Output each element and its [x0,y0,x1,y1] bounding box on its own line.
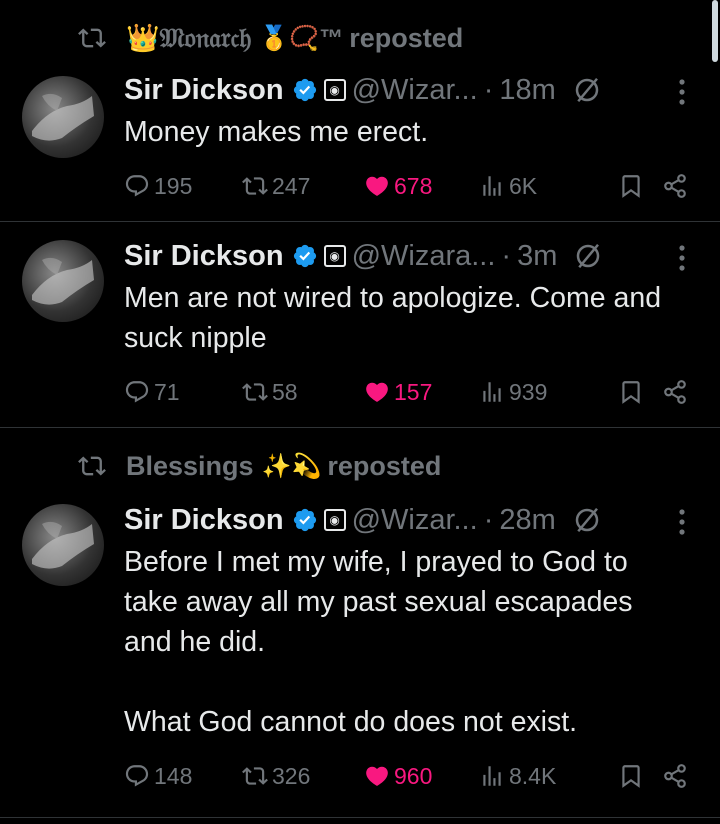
avatar[interactable] [22,76,104,158]
views-button[interactable]: 8.4K [479,760,556,792]
timestamp[interactable]: 18m [499,74,555,107]
more-options-icon[interactable] [664,72,700,112]
grok-icon[interactable] [573,241,603,271]
repost-context: Blessings ✨💫 reposted [78,448,441,484]
share-button[interactable] [662,170,692,202]
views-icon [483,176,501,196]
like-button[interactable]: 157 [364,376,432,408]
views-count: 8.4K [509,762,557,789]
repost-icon [242,177,268,195]
separator-dot: · [483,73,494,106]
reply-button[interactable]: 195 [124,170,192,202]
views-count: 6K [509,172,538,199]
timestamp[interactable]: 3m [517,240,557,273]
views-button[interactable]: 939 [479,376,547,408]
like-button[interactable]: 678 [364,170,432,202]
verified-badge-icon [293,508,316,532]
bookmark-button[interactable] [618,376,648,408]
tweet-text: Men are not wired to apologize. Come and… [124,282,669,354]
heart-icon [366,176,388,196]
like-count: 678 [394,172,433,199]
bookmark-button[interactable] [618,170,648,202]
reply-button[interactable]: 71 [124,376,180,408]
repost-label: reposted [349,22,464,53]
separator-dot: · [483,503,494,536]
affiliate-badge-icon: ◉ [323,245,346,267]
repost-count: 326 [272,762,311,789]
separator-dot: · [501,239,512,272]
verified-badge-icon [293,244,316,268]
like-count: 960 [394,762,433,789]
reply-button[interactable]: 148 [124,760,192,792]
like-button[interactable]: 960 [364,760,432,792]
share-button[interactable] [662,376,692,408]
bookmark-icon [622,765,640,788]
repost-count: 247 [272,172,311,199]
repost-count: 58 [272,378,298,405]
views-count: 939 [509,378,548,405]
like-count: 157 [394,378,433,405]
views-icon [483,766,501,786]
avatar[interactable] [22,504,104,586]
repost-label: reposted [327,450,442,481]
repost-context: 👑𝔐𝔬𝔫𝔞𝔯𝔠𝔥 🥇📿™ reposted [78,20,463,56]
reply-icon [125,175,149,197]
share-icon [664,174,686,198]
reply-count: 195 [154,172,193,199]
tweet-header: Sir Dickson ◉ @Wizar... · 28m [124,500,700,540]
heart-icon [366,766,388,786]
reply-count: 148 [154,762,193,789]
grok-icon[interactable] [572,505,602,535]
author-handle[interactable]: @Wizar... [352,504,478,537]
repost-icon [242,383,268,401]
reply-icon [125,765,149,787]
repost-button[interactable]: 58 [242,376,298,408]
repost-button[interactable]: 326 [242,760,310,792]
bookmark-icon [622,175,640,198]
affiliate-badge-icon: ◉ [323,509,346,531]
reposter-emoji: 🥇📿™ [259,24,344,52]
author-name[interactable]: Sir Dickson [124,504,284,537]
share-icon [664,380,686,404]
views-button[interactable]: 6K [479,170,537,202]
timestamp[interactable]: 28m [499,504,555,537]
repost-icon [78,456,106,476]
repost-icon [78,28,106,48]
tweet-2[interactable]: Sir Dickson ◉ @Wizara... · 3m Men are no… [0,222,720,428]
reposter-emoji: ✨💫 [261,452,322,480]
repost-icon [242,767,268,785]
bookmark-button[interactable] [618,760,648,792]
views-icon [483,382,501,402]
author-handle[interactable]: @Wizar... [352,74,478,107]
reply-icon [125,381,149,403]
more-options-icon[interactable] [664,238,700,278]
reposter-name[interactable]: 👑𝔐𝔬𝔫𝔞𝔯𝔠𝔥 [126,22,251,55]
tweet-3[interactable]: Blessings ✨💫 reposted Sir Dickson ◉ @Wiz… [0,428,720,818]
bookmark-icon [622,381,640,404]
reply-count: 71 [154,378,180,405]
reposter-name[interactable]: Blessings [126,451,254,482]
author-name[interactable]: Sir Dickson [124,74,284,107]
action-bar: 195 247 678 6K [124,170,692,202]
verified-badge-icon [293,78,316,102]
affiliate-badge-icon: ◉ [323,79,346,101]
action-bar: 71 58 157 939 [124,376,692,408]
share-icon [664,764,686,788]
heart-icon [366,382,388,402]
author-handle[interactable]: @Wizara... [352,240,496,273]
more-options-icon[interactable] [664,502,700,542]
tweet-header: Sir Dickson ◉ @Wizar... · 18m [124,70,700,110]
author-name[interactable]: Sir Dickson [124,240,284,273]
action-bar: 148 326 960 8.4K [124,760,692,792]
tweet-1[interactable]: 👑𝔐𝔬𝔫𝔞𝔯𝔠𝔥 🥇📿™ reposted Sir Dickson ◉ @Wiz… [0,0,720,222]
grok-icon[interactable] [572,75,602,105]
tweet-text: Money makes me erect. [124,116,429,148]
tweet-header: Sir Dickson ◉ @Wizara... · 3m [124,236,700,276]
repost-button[interactable]: 247 [242,170,310,202]
tweet-text: Before I met my wife, I prayed to God to… [124,546,633,738]
share-button[interactable] [662,760,692,792]
avatar[interactable] [22,240,104,322]
